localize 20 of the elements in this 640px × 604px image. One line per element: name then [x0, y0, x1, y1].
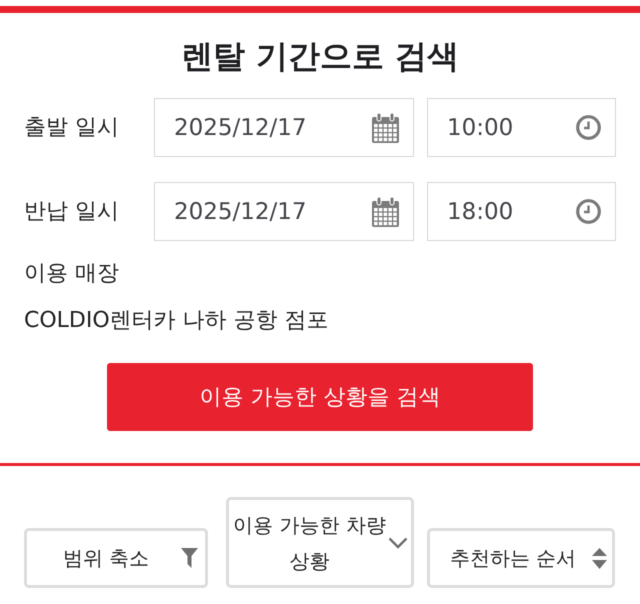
calendar-icon: [372, 112, 399, 142]
field-label: 출발 일시: [24, 114, 120, 142]
page-title: 렌탈 기간으로 검색: [180, 36, 460, 76]
date-field[interactable]: 2025/12/17: [154, 98, 414, 157]
date-field[interactable]: 2025/12/17: [154, 182, 414, 241]
chevron-down-icon: [388, 536, 408, 548]
sort-icon: [592, 548, 607, 568]
calendar-icon: [372, 196, 399, 226]
search-button[interactable]: 이용 가능한 상황을 검색: [107, 363, 533, 431]
field-label: 반납 일시: [24, 198, 120, 226]
filter-button[interactable]: 범위 축소: [24, 528, 208, 588]
clock-icon: [576, 115, 601, 140]
store-name: COLDIO렌터카 나하 공항 점포: [24, 307, 329, 335]
sort-button[interactable]: 추천하는 순서: [427, 528, 615, 588]
store-label: 이용 매장: [24, 260, 119, 288]
time-field[interactable]: 10:00: [427, 98, 616, 157]
clock-icon: [576, 199, 601, 224]
dropdown-button[interactable]: 이용 가능한 차량 상황: [226, 497, 414, 588]
filter-icon: [181, 548, 198, 568]
time-field[interactable]: 18:00: [427, 182, 616, 241]
